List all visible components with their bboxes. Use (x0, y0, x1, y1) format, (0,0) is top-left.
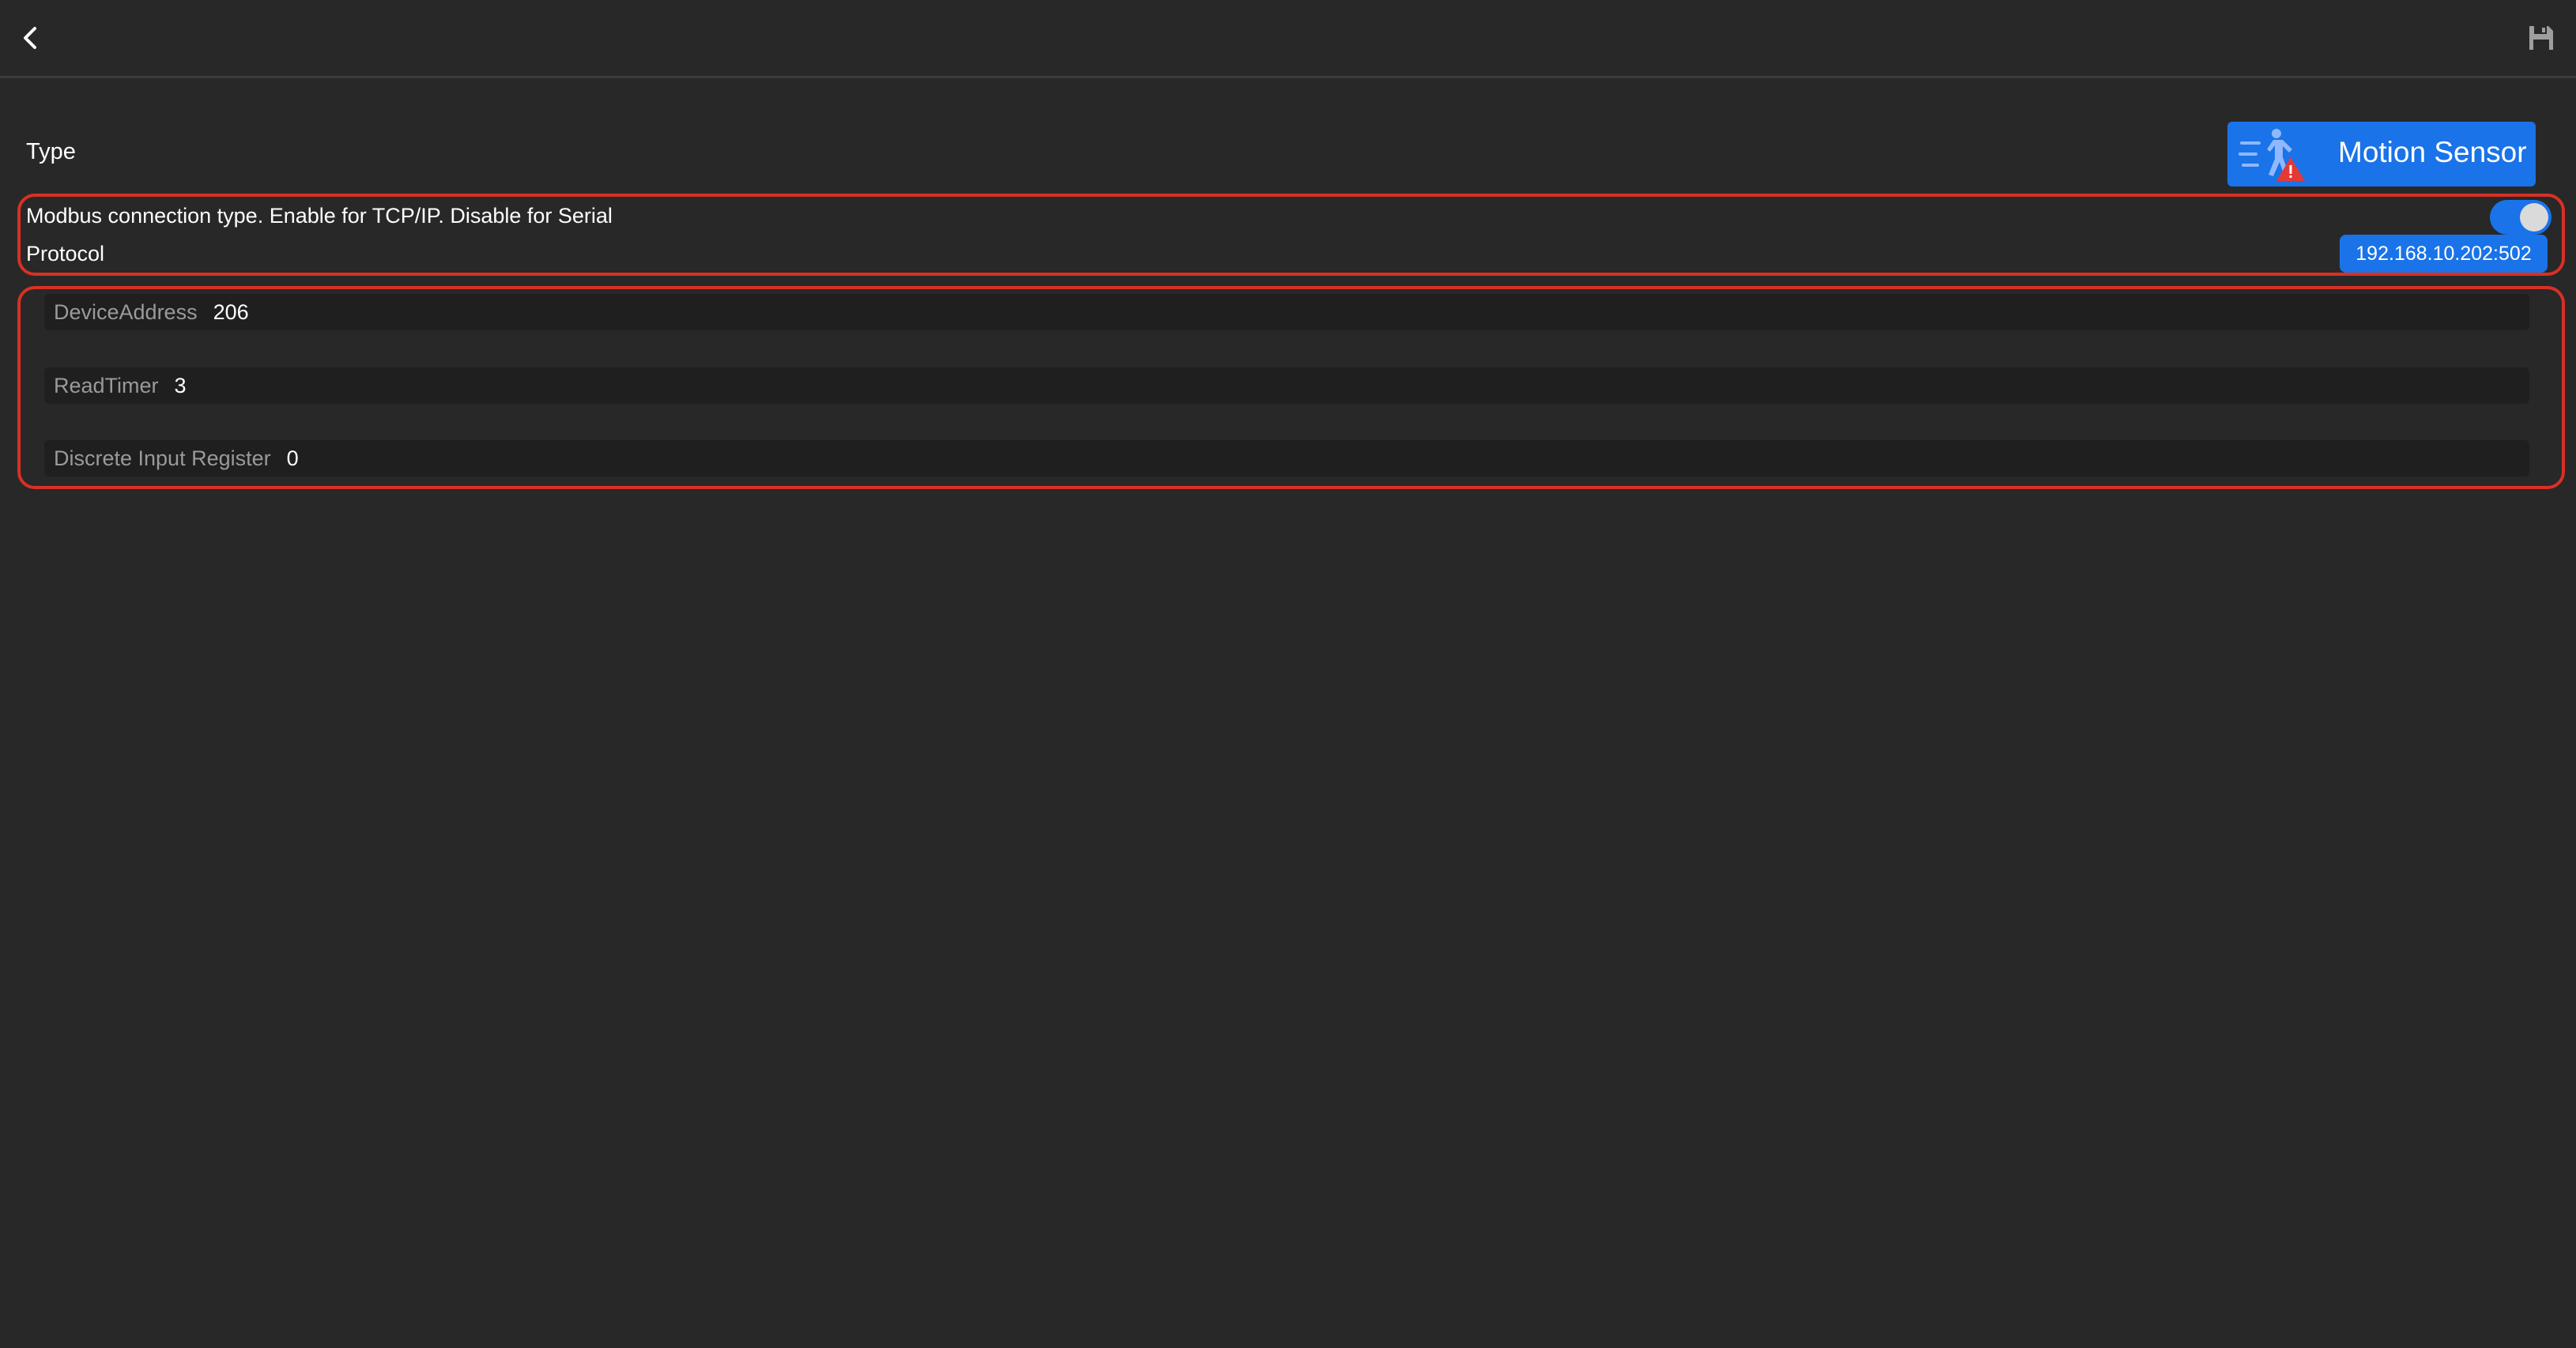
back-button[interactable] (11, 19, 49, 57)
connection-type-toggle[interactable] (2490, 200, 2551, 235)
device-config-screen: Type Motion Sensor Modbus connection typ… (0, 0, 2576, 1348)
save-button[interactable] (2522, 19, 2560, 57)
type-label: Type (26, 139, 76, 164)
connection-type-label: Modbus connection type. Enable for TCP/I… (26, 204, 613, 228)
device-address-value: 206 (213, 299, 249, 324)
type-select-button[interactable]: Motion Sensor (2227, 122, 2536, 186)
discrete-input-register-value: 0 (286, 446, 299, 470)
toggle-knob (2520, 203, 2548, 232)
read-timer-field[interactable]: ReadTimer 3 (44, 367, 2529, 404)
device-address-field[interactable]: DeviceAddress 206 (44, 294, 2529, 330)
discrete-input-register-field[interactable]: Discrete Input Register 0 (44, 440, 2529, 476)
top-bar (0, 0, 2576, 78)
chevron-left-icon (24, 27, 36, 49)
device-address-label: DeviceAddress (54, 299, 198, 324)
discrete-input-register-label: Discrete Input Register (54, 446, 271, 470)
type-selected-label: Motion Sensor (2338, 136, 2527, 168)
protocol-address-button[interactable]: 192.168.10.202:502 (2340, 235, 2548, 273)
read-timer-value: 3 (174, 373, 187, 397)
read-timer-label: ReadTimer (54, 373, 159, 397)
floppy-disk-icon (2529, 26, 2553, 50)
protocol-label: Protocol (26, 242, 105, 265)
motion-sensor-alert-icon (2238, 129, 2305, 181)
